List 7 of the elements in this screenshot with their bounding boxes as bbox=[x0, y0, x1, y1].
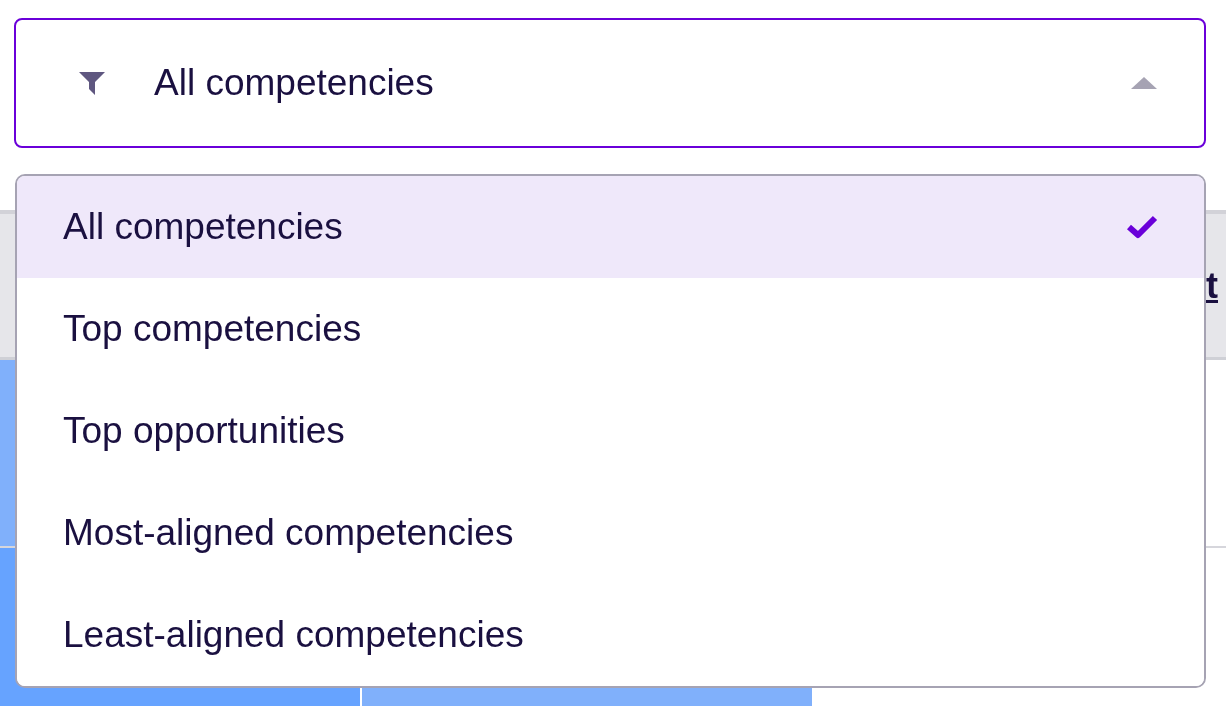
filter-dropdown[interactable]: All competencies bbox=[14, 18, 1206, 148]
menu-option[interactable]: All competencies bbox=[17, 176, 1204, 278]
check-icon bbox=[1126, 214, 1158, 240]
filter-icon bbox=[78, 69, 106, 97]
filter-value: All competencies bbox=[154, 62, 435, 104]
column-header[interactable]: t bbox=[1206, 264, 1218, 307]
caret-up-icon bbox=[1130, 76, 1158, 90]
